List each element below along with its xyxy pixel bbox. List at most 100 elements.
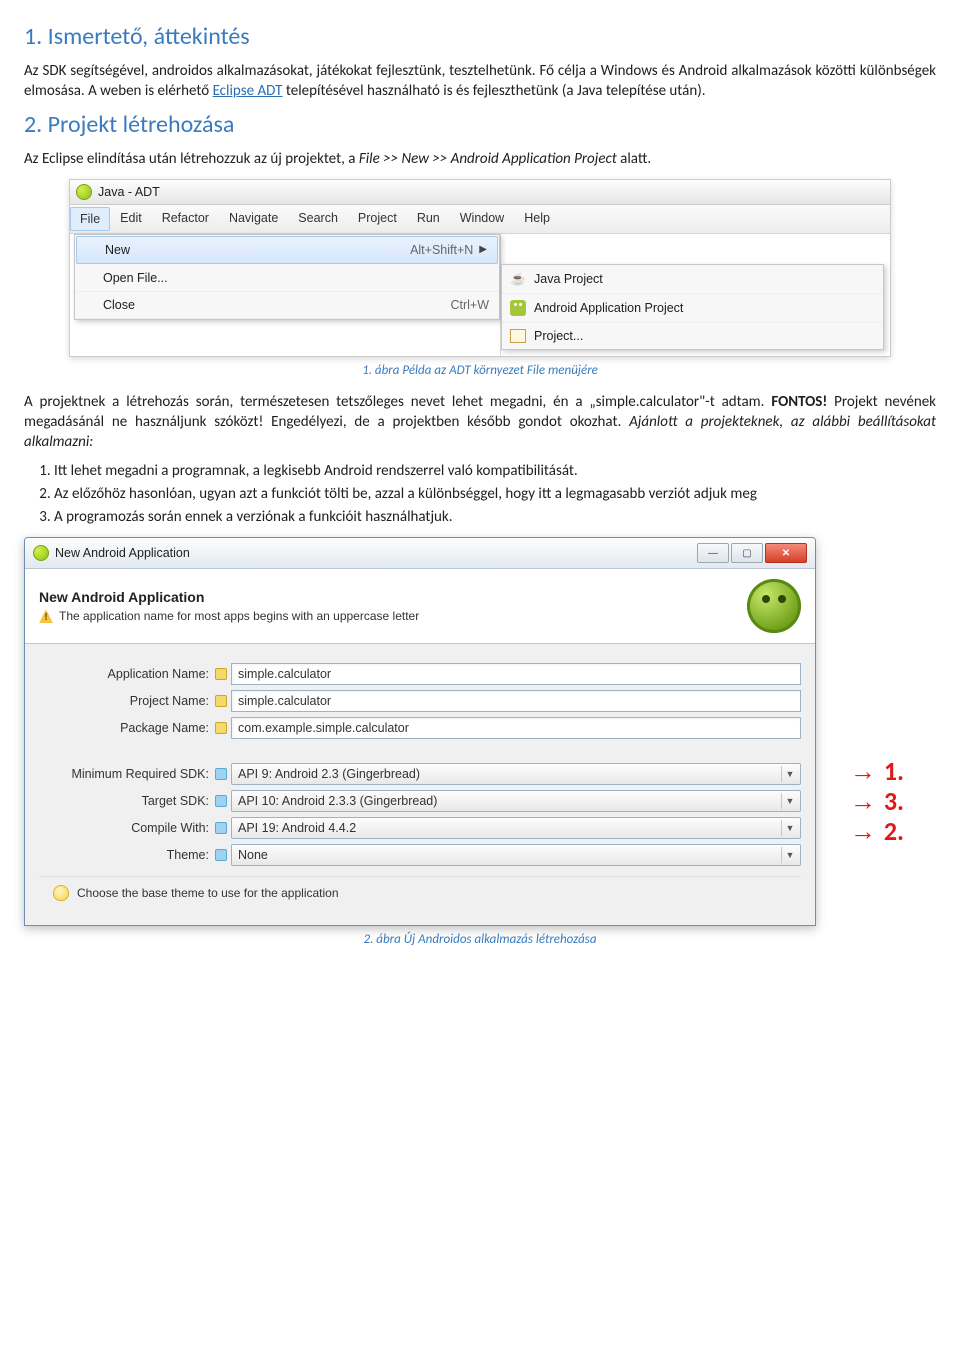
menu-help[interactable]: Help: [514, 205, 560, 233]
menu-item-close[interactable]: Close Ctrl+W: [75, 292, 499, 319]
field-decorator-icon: [215, 795, 227, 807]
menu-edit[interactable]: Edit: [110, 205, 152, 233]
menu-item-close-label: Close: [103, 298, 135, 312]
arrow-right-icon: →: [850, 816, 876, 847]
java-project-icon: [510, 271, 526, 287]
new-submenu: Java Project Android Application Project…: [501, 264, 884, 350]
menu-item-new-shortcut: Alt+Shift+N: [380, 243, 473, 257]
submenu-project-label: Project...: [534, 329, 583, 343]
field-decorator-icon: [215, 822, 227, 834]
combo-theme[interactable]: None ▼: [231, 844, 801, 866]
android-project-icon: [510, 300, 526, 316]
menu-path: File >> New >> Android Application Proje…: [359, 150, 617, 168]
section-1-paragraph: Az SDK segítségével, androidos alkalmazá…: [24, 61, 936, 102]
menu-file[interactable]: File: [70, 207, 110, 231]
close-button[interactable]: ✕: [765, 543, 807, 563]
adt-menubar: File Edit Refactor Navigate Search Proje…: [70, 205, 890, 234]
screenshot-adt-menu: Java - ADT File Edit Refactor Navigate S…: [69, 179, 891, 357]
row-project-name: Project Name: simple.calculator: [39, 690, 801, 712]
input-package-name[interactable]: com.example.simple.calculator: [231, 717, 801, 739]
figure-2-caption: 2. ábra Új Androidos alkalmazás létrehoz…: [24, 932, 936, 947]
label-project-name: Project Name:: [39, 694, 211, 708]
dialog-heading: New Android Application: [39, 589, 747, 605]
chevron-down-icon: ▼: [781, 766, 798, 782]
label-target-sdk: Target SDK:: [39, 794, 211, 808]
menu-search[interactable]: Search: [288, 205, 348, 233]
section-2-title: 2. Projekt létrehozása: [24, 110, 936, 139]
row-min-sdk: Minimum Required SDK: API 9: Android 2.3…: [39, 763, 801, 785]
warning-icon: !: [39, 609, 53, 623]
mid-fontos: FONTOS!: [771, 393, 827, 411]
submenu-android-project-label: Android Application Project: [534, 301, 683, 315]
list-item-3: A programozás során ennek a verziónak a …: [54, 507, 936, 527]
combo-compile-with-value: API 19: Android 4.4.2: [238, 821, 356, 835]
chevron-down-icon: ▼: [781, 793, 798, 809]
annotation-2: → 3.: [850, 785, 904, 817]
android-logo-icon: [747, 579, 801, 633]
submenu-arrow-icon: ▶: [479, 244, 487, 255]
combo-min-sdk-value: API 9: Android 2.3 (Gingerbread): [238, 767, 420, 781]
list-item-1: Itt lehet megadni a programnak, a legkis…: [54, 461, 936, 481]
menu-window[interactable]: Window: [450, 205, 514, 233]
field-decorator-icon: [215, 695, 227, 707]
row-package-name: Package Name: com.example.simple.calcula…: [39, 717, 801, 739]
row-compile-with: Compile With: API 19: Android 4.4.2 ▼: [39, 817, 801, 839]
s2-text-b: alatt.: [620, 150, 651, 168]
section-1-title: 1. Ismertető, áttekintés: [24, 22, 936, 51]
section-2-paragraph: Az Eclipse elindítása után létrehozzuk a…: [24, 149, 936, 169]
menu-item-new[interactable]: New Alt+Shift+N ▶: [76, 236, 498, 264]
file-menu-dropdown: New Alt+Shift+N ▶ Open File... Close Ctr…: [74, 234, 500, 320]
field-decorator-icon: [215, 849, 227, 861]
row-theme: Theme: None ▼: [39, 844, 801, 866]
submenu-java-project[interactable]: Java Project: [502, 265, 883, 293]
menu-item-open-file[interactable]: Open File...: [75, 265, 499, 292]
combo-target-sdk[interactable]: API 10: Android 2.3.3 (Gingerbread) ▼: [231, 790, 801, 812]
chevron-down-icon: ▼: [781, 847, 798, 863]
arrow-right-icon: →: [850, 756, 876, 787]
label-min-sdk: Minimum Required SDK:: [39, 767, 211, 781]
list-item-2: Az előzőhöz hasonlóan, ugyan azt a funkc…: [54, 484, 936, 504]
mid-text-a: A projektnek a létrehozás során, termész…: [24, 393, 771, 411]
s1-text-b: telepítésével használható is és fejleszt…: [286, 82, 706, 100]
adt-icon: [76, 184, 92, 200]
lightbulb-icon: [53, 885, 69, 901]
dialog-hint-row: Choose the base theme to use for the app…: [39, 876, 801, 917]
submenu-project[interactable]: Project...: [502, 322, 883, 349]
dialog-title: New Android Application: [55, 546, 190, 560]
maximize-button[interactable]: ▢: [731, 543, 763, 563]
annotation-3-label: 2.: [884, 815, 904, 847]
annotation-1-label: 1.: [884, 755, 904, 787]
annotation-3: → 2.: [850, 815, 904, 847]
submenu-android-project[interactable]: Android Application Project: [502, 293, 883, 322]
menu-refactor[interactable]: Refactor: [152, 205, 219, 233]
menu-run[interactable]: Run: [407, 205, 450, 233]
input-project-name[interactable]: simple.calculator: [231, 690, 801, 712]
minimize-button[interactable]: —: [697, 543, 729, 563]
menu-project[interactable]: Project: [348, 205, 407, 233]
eclipse-adt-link[interactable]: Eclipse ADT: [213, 82, 283, 100]
chevron-down-icon: ▼: [781, 820, 798, 836]
adt-window-title: Java - ADT: [98, 185, 160, 199]
annotation-2-label: 3.: [884, 785, 904, 817]
dialog-app-icon: [33, 545, 49, 561]
menu-navigate[interactable]: Navigate: [219, 205, 288, 233]
row-application-name: Application Name: simple.calculator: [39, 663, 801, 685]
screenshot-new-android-app: New Android Application — ▢ ✕ New Androi…: [24, 537, 816, 926]
arrow-right-icon: →: [850, 786, 876, 817]
dialog-hint-text: Choose the base theme to use for the app…: [77, 886, 339, 900]
field-decorator-icon: [215, 668, 227, 680]
input-application-name[interactable]: simple.calculator: [231, 663, 801, 685]
field-decorator-icon: [215, 722, 227, 734]
dialog-warning-text: The application name for most apps begin…: [59, 609, 419, 623]
combo-min-sdk[interactable]: API 9: Android 2.3 (Gingerbread) ▼: [231, 763, 801, 785]
combo-compile-with[interactable]: API 19: Android 4.4.2 ▼: [231, 817, 801, 839]
label-compile-with: Compile With:: [39, 821, 211, 835]
menu-item-close-shortcut: Ctrl+W: [420, 298, 489, 312]
label-package-name: Package Name:: [39, 721, 211, 735]
submenu-java-project-label: Java Project: [534, 272, 603, 286]
combo-theme-value: None: [238, 848, 268, 862]
label-theme: Theme:: [39, 848, 211, 862]
annotation-1: → 1.: [850, 755, 904, 787]
adt-window-titlebar: Java - ADT: [70, 180, 890, 205]
dialog-form: Application Name: simple.calculator Proj…: [25, 644, 815, 925]
